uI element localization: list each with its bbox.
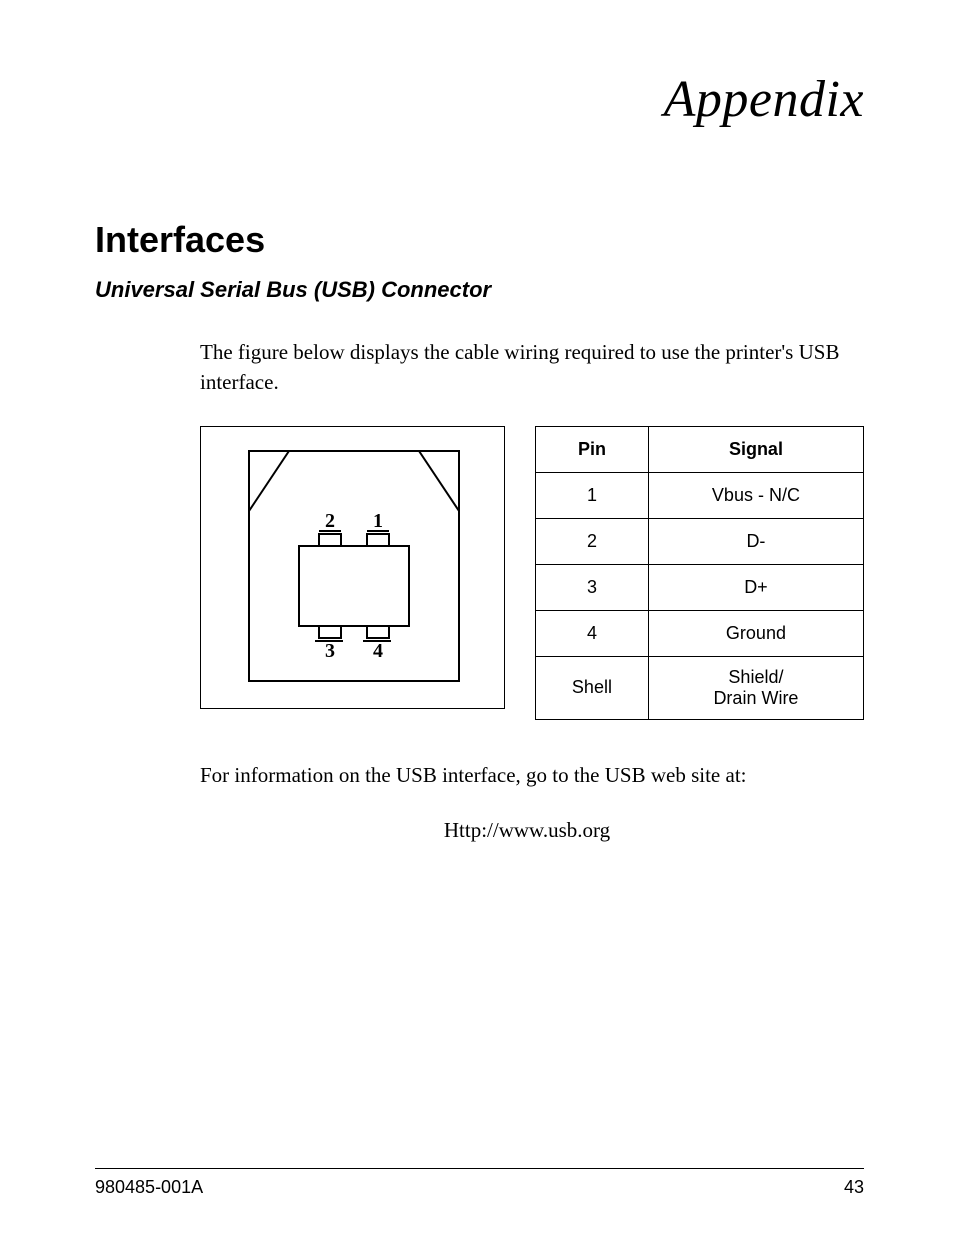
cell-signal: D+: [648, 564, 863, 610]
footer-doc-id: 980485-001A: [95, 1177, 203, 1198]
pin-signal-table: Pin Signal 1 Vbus - N/C 2 D- 3 D+ 4 Grou…: [535, 426, 864, 720]
table-row: Shell Shield/ Drain Wire: [536, 656, 864, 719]
cell-signal: Vbus - N/C: [648, 472, 863, 518]
subsection-heading: Universal Serial Bus (USB) Connector: [95, 277, 864, 303]
pin-label-1: 1: [373, 510, 383, 532]
table-header-row: Pin Signal: [536, 426, 864, 472]
section-heading: Interfaces: [95, 219, 864, 261]
pin-label-4: 4: [373, 640, 383, 662]
figure-row: 2 1 3 4 Pin Signal 1 Vbus - N/C: [200, 426, 864, 720]
intro-paragraph: The figure below displays the cable wiri…: [200, 337, 854, 398]
pin-label-3: 3: [325, 640, 335, 662]
cell-pin: 2: [536, 518, 649, 564]
table-row: 2 D-: [536, 518, 864, 564]
url-line: Http://www.usb.org: [200, 818, 854, 843]
cell-signal: Shield/ Drain Wire: [648, 656, 863, 719]
col-header-signal: Signal: [648, 426, 863, 472]
footer-page-number: 43: [844, 1177, 864, 1198]
outro-paragraph: For information on the USB interface, go…: [200, 760, 854, 790]
chapter-title: Appendix: [95, 70, 864, 129]
col-header-pin: Pin: [536, 426, 649, 472]
page-footer: 980485-001A 43: [95, 1168, 864, 1198]
table-row: 4 Ground: [536, 610, 864, 656]
table-row: 3 D+: [536, 564, 864, 610]
table-row: 1 Vbus - N/C: [536, 472, 864, 518]
cell-signal: D-: [648, 518, 863, 564]
cell-pin: 3: [536, 564, 649, 610]
usb-connector-icon: 2 1 3 4: [229, 441, 479, 696]
usb-connector-diagram: 2 1 3 4: [200, 426, 505, 709]
cell-pin: 1: [536, 472, 649, 518]
cell-pin: 4: [536, 610, 649, 656]
pin-label-2: 2: [325, 510, 335, 532]
cell-pin: Shell: [536, 656, 649, 719]
cell-signal: Ground: [648, 610, 863, 656]
